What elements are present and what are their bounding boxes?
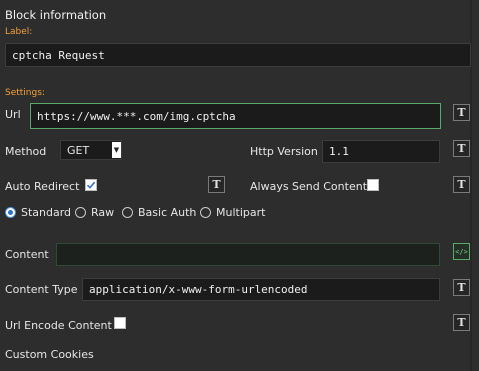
auto-redirect-checkbox[interactable] xyxy=(85,179,97,191)
url-variable-button[interactable]: T xyxy=(453,104,470,121)
content-type-value: application/x-www-form-urlencoded xyxy=(89,283,308,296)
http-version-variable-button[interactable]: T xyxy=(453,140,470,157)
panel-title: Block information xyxy=(5,8,107,22)
always-send-content-label: Always Send Content xyxy=(250,180,368,193)
radio-button[interactable] xyxy=(75,207,86,218)
http-version-input[interactable]: 1.1 xyxy=(322,140,440,163)
auto-redirect-variable-button[interactable]: T xyxy=(208,176,225,193)
always-send-content-checkbox[interactable] xyxy=(367,179,379,191)
request-type-multipart[interactable]: Multipart xyxy=(200,206,265,219)
http-version-value: 1.1 xyxy=(329,145,349,158)
url-encode-content-label: Url Encode Content xyxy=(5,319,112,332)
method-label: Method xyxy=(5,145,47,158)
text-format-icon: T xyxy=(457,142,466,155)
text-format-icon: T xyxy=(457,316,466,329)
content-label: Content xyxy=(5,248,49,261)
content-type-label: Content Type xyxy=(5,283,78,296)
content-code-editor-button[interactable]: </> xyxy=(453,243,470,260)
radio-label: Multipart xyxy=(216,206,266,219)
url-input-value: https://www.***.com/img.cptcha xyxy=(37,109,236,123)
text-format-icon: T xyxy=(457,281,466,294)
label-section-heading: Label: xyxy=(5,27,33,37)
code-icon: </> xyxy=(455,247,468,256)
radio-label: Standard xyxy=(21,206,72,219)
radio-button[interactable] xyxy=(122,207,133,218)
auto-redirect-label: Auto Redirect xyxy=(5,180,80,193)
always-send-content-variable-button[interactable]: T xyxy=(453,176,470,193)
content-type-input[interactable]: application/x-www-form-urlencoded xyxy=(82,278,440,301)
method-select-value: GET xyxy=(67,143,90,157)
radio-label: Raw xyxy=(91,206,115,219)
chevron-down-icon: ▼ xyxy=(112,142,121,158)
http-version-label: Http Version xyxy=(250,145,318,158)
method-select[interactable]: GET ▼ xyxy=(60,140,122,160)
url-encode-content-variable-button[interactable]: T xyxy=(453,314,470,331)
url-encode-content-checkbox[interactable] xyxy=(114,317,126,329)
content-type-variable-button[interactable]: T xyxy=(453,279,470,296)
radio-button[interactable] xyxy=(5,207,16,218)
text-format-icon: T xyxy=(457,106,466,119)
content-input[interactable] xyxy=(56,243,440,266)
checkmark-icon xyxy=(86,181,96,189)
request-type-raw[interactable]: Raw xyxy=(75,206,114,219)
request-type-standard[interactable]: Standard xyxy=(5,206,71,219)
url-input[interactable]: https://www.***.com/img.cptcha xyxy=(30,103,441,129)
request-type-basic-auth[interactable]: Basic Auth xyxy=(122,206,196,219)
url-label: Url xyxy=(5,108,21,121)
radio-button[interactable] xyxy=(200,207,211,218)
settings-section-heading: Settings: xyxy=(5,88,45,98)
custom-cookies-label: Custom Cookies xyxy=(5,348,94,361)
label-input-value: cptcha Request xyxy=(12,48,105,62)
text-format-icon: T xyxy=(212,178,221,191)
text-format-icon: T xyxy=(457,178,466,191)
label-input[interactable]: cptcha Request xyxy=(5,43,471,67)
radio-label: Basic Auth xyxy=(138,206,197,219)
